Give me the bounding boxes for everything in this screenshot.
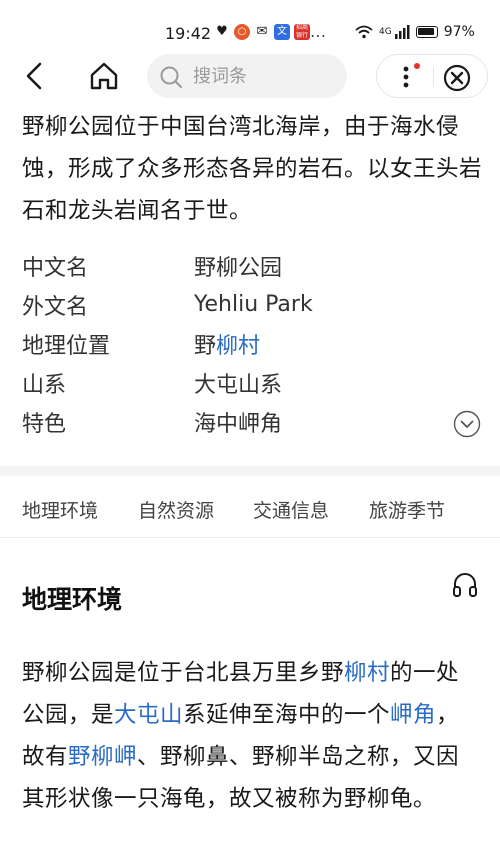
infobox-value: Yehliu Park [194,292,313,317]
more-notifications-icon: … [310,22,326,41]
search-box[interactable] [147,54,347,98]
infobox-row: 外文名 Yehliu Park [22,285,482,324]
more-vertical-icon[interactable] [399,65,413,89]
nav-bar [0,50,500,106]
nav-action-pill [376,54,488,98]
pill-divider [433,67,434,87]
signal-icon [394,25,410,39]
tab-travel-season[interactable]: 旅游季节 [369,496,445,523]
infobox-label: 中文名 [22,255,89,281]
translate-app-icon: 文 [274,24,290,40]
link-datunshan[interactable]: 大屯山 [114,702,183,728]
body-text: 野柳公园是位于台北县万里乡野 [22,660,345,686]
section-tabs: 地理环境 自然资源 交通信息 旅游季节 [0,476,500,538]
section-divider [0,466,500,476]
battery-icon [415,26,438,38]
link-liucun[interactable]: 柳村 [344,660,390,686]
network-type: 4G [379,27,392,37]
bank-app-icon: 招商 银行 [294,24,310,40]
section-title: 地理环境 [22,585,123,614]
infobox-link-liucun[interactable]: 柳村 [216,334,260,359]
infobox-label: 外文名 [22,294,89,320]
home-icon[interactable] [88,60,120,92]
infobox-value: 野柳村 [194,328,260,360]
infobox-row: 特色 海中岬角 [22,402,482,441]
heart-shield-icon: ♥ [216,24,228,39]
link-jiajiao[interactable]: 岬角 [390,702,436,728]
infobox-label: 地理位置 [22,333,111,359]
infobox-value: 野柳公园 [194,255,283,281]
wifi-icon [355,25,373,39]
notification-dot [414,63,420,69]
tab-transport[interactable]: 交通信息 [253,496,329,523]
back-arrow-icon[interactable] [20,60,52,92]
close-icon[interactable] [443,64,471,92]
status-time: 19:42 [165,24,212,43]
infobox: 中文名 野柳公园 外文名 Yehliu Park 地理位置 野柳村 山系 大屯山… [22,246,482,441]
infobox-row: 地理位置 野柳村 [22,324,482,363]
battery-level: 97% [443,24,475,40]
link-yeliujia[interactable]: 野柳岬 [68,744,137,770]
section-body: 野柳公园是位于台北县万里乡野柳村的一处公园，是大屯山系延伸至海中的一个岬角，故有… [22,652,482,820]
tab-geography[interactable]: 地理环境 [22,496,98,523]
article-intro: 野柳公园位于中国台湾北海岸，由于海水侵蚀，形成了众多形态各异的岩石。以女王头岩石… [22,114,483,224]
infobox-label: 特色 [22,411,67,437]
status-bar: 19:42 ♥ ○ ✉ 文 招商 银行 … 4G 97% [0,0,500,50]
status-notification-icons: ♥ ○ ✉ 文 招商 银行 [214,24,310,40]
infobox-value: 大屯山系 [194,372,283,398]
headphone-icon[interactable] [451,571,479,599]
search-input[interactable] [193,62,333,90]
search-icon [160,66,182,88]
infobox-value-text: 野 [194,333,217,359]
wechat-icon: ✉ [256,24,268,39]
infobox-row: 山系 大屯山系 [22,363,482,402]
infobox-row: 中文名 野柳公园 [22,246,482,285]
expand-chevron-icon[interactable] [453,410,481,438]
infobox-label: 山系 [22,372,67,398]
infobox-value: 海中岬角 [194,411,283,437]
body-text: 系延伸至海中的一个 [183,702,391,728]
status-system-icons: 4G 97% [355,24,475,40]
app-orange-icon: ○ [234,24,250,40]
tab-natural-resources[interactable]: 自然资源 [138,496,214,523]
